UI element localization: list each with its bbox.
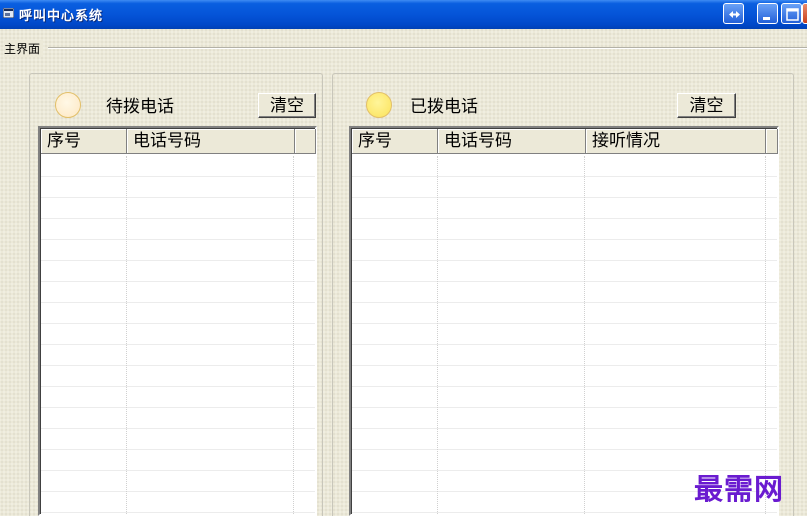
- clear-dialed-button[interactable]: 清空: [677, 93, 736, 118]
- main-frame-border: [48, 47, 807, 49]
- close-button[interactable]: [802, 3, 807, 24]
- close-icon: [803, 4, 807, 25]
- app-icon: [3, 8, 14, 18]
- minimize-button[interactable]: [757, 3, 778, 24]
- window-title: 呼叫中心系统: [19, 9, 104, 24]
- column-divider: [584, 156, 585, 514]
- column-divider: [293, 156, 294, 514]
- column-header-filler[interactable]: [295, 129, 316, 154]
- column-header-index[interactable]: 序号: [41, 129, 127, 154]
- pending-status-indicator: [55, 92, 81, 118]
- column-divider: [765, 156, 766, 514]
- column-header-phone[interactable]: 电话号码: [438, 129, 586, 154]
- watermark-logo: 最需网: [694, 472, 785, 506]
- column-header-index[interactable]: 序号: [352, 129, 438, 154]
- column-divider: [126, 156, 127, 514]
- resize-icon: [729, 11, 740, 18]
- dialed-calls-list-body[interactable]: [352, 156, 777, 514]
- maximize-button[interactable]: [781, 3, 802, 24]
- title-bar[interactable]: 呼叫中心系统: [0, 0, 807, 29]
- resize-button[interactable]: [723, 3, 744, 24]
- column-header-filler[interactable]: [766, 129, 778, 154]
- main-frame-caption: 主界面: [4, 40, 44, 57]
- minimize-icon: [763, 17, 770, 20]
- column-header-phone[interactable]: 电话号码: [127, 129, 295, 154]
- clear-pending-button[interactable]: 清空: [258, 93, 316, 118]
- column-header-answer-status[interactable]: 接听情况: [586, 129, 766, 154]
- dialed-status-indicator: [366, 92, 392, 118]
- column-divider: [437, 156, 438, 514]
- pending-calls-list[interactable]: 序号 电话号码: [38, 126, 317, 516]
- pending-calls-list-body[interactable]: [41, 156, 315, 514]
- dialed-calls-list[interactable]: 序号 电话号码 接听情况: [349, 126, 779, 516]
- pending-calls-label: 待拨电话: [106, 97, 174, 117]
- maximize-icon: [786, 8, 799, 21]
- dialed-calls-label: 已拨电话: [410, 97, 478, 117]
